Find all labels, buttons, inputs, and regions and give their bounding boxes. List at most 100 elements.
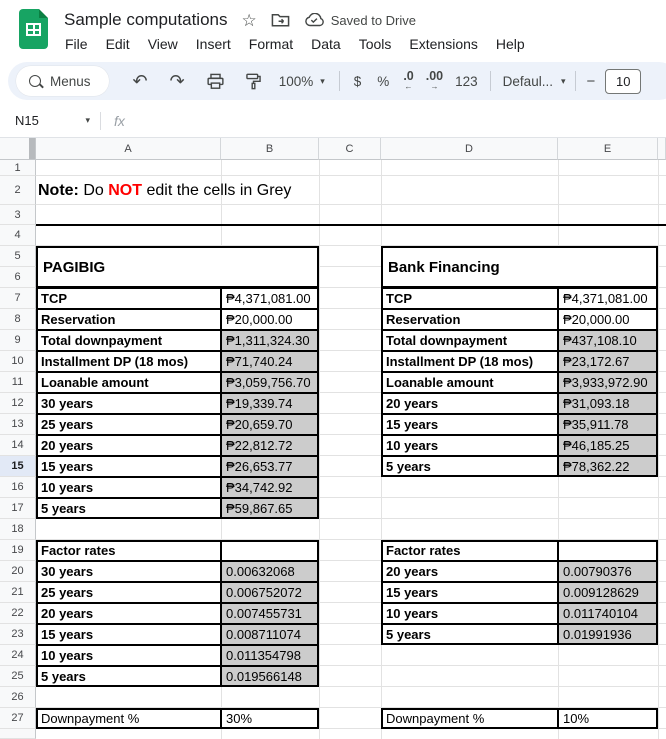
cell-D22[interactable]: 10 years xyxy=(381,603,558,624)
row-header-21[interactable]: 21 xyxy=(0,582,36,603)
menu-format[interactable]: Format xyxy=(240,33,302,55)
sheets-logo-icon[interactable] xyxy=(19,9,48,49)
row-header-1[interactable]: 1 xyxy=(0,160,36,176)
cell-A27[interactable]: Downpayment % xyxy=(36,708,221,729)
cell-D23[interactable]: 5 years xyxy=(381,624,558,645)
column-header-A[interactable]: A xyxy=(36,138,221,160)
more-formats-button[interactable]: 123 xyxy=(455,74,478,89)
cell-B20[interactable]: 0.00632068 xyxy=(221,561,319,582)
cell-B19[interactable] xyxy=(221,540,319,561)
row-header-18[interactable]: 18 xyxy=(0,519,36,540)
cell-A16[interactable]: 10 years xyxy=(36,477,221,498)
cell-B14[interactable]: ₱22,812.72 xyxy=(221,435,319,456)
column-header-D[interactable]: D xyxy=(381,138,558,160)
row-header-3[interactable]: 3 xyxy=(0,205,36,225)
cell-E15[interactable]: ₱78,362.22 xyxy=(558,456,658,477)
row-header-10[interactable]: 10 xyxy=(0,351,36,372)
row-header-14[interactable]: 14 xyxy=(0,435,36,456)
menu-view[interactable]: View xyxy=(139,33,187,55)
column-header-C[interactable]: C xyxy=(319,138,381,160)
row-header-19[interactable]: 19 xyxy=(0,540,36,561)
cell-B25[interactable]: 0.019566148 xyxy=(221,666,319,687)
row-header-17[interactable]: 17 xyxy=(0,498,36,519)
decrease-decimal-button[interactable]: .0 ← xyxy=(403,69,413,90)
cell-D9[interactable]: Total downpayment xyxy=(381,330,558,351)
increase-decimal-button[interactable]: .00 → xyxy=(426,69,443,90)
row-header-27[interactable]: 27 xyxy=(0,708,36,729)
menu-insert[interactable]: Insert xyxy=(187,33,240,55)
cell-A11[interactable]: Loanable amount xyxy=(36,372,221,393)
cell-A17[interactable]: 5 years xyxy=(36,498,221,519)
factor_rates_bank-title[interactable]: Factor rates xyxy=(381,540,558,561)
cell-E23[interactable]: 0.01991936 xyxy=(558,624,658,645)
factor_rates_pagibig-title[interactable]: Factor rates xyxy=(36,540,221,561)
row-header-4[interactable]: 4 xyxy=(0,225,36,246)
name-box[interactable]: N15 ▾ xyxy=(0,113,100,128)
menu-file[interactable]: File xyxy=(56,33,97,55)
row-header-partial[interactable] xyxy=(0,729,36,739)
row-header-13[interactable]: 13 xyxy=(0,414,36,435)
row-header-16[interactable]: 16 xyxy=(0,477,36,498)
row-header-24[interactable]: 24 xyxy=(0,645,36,666)
cell-B12[interactable]: ₱19,339.74 xyxy=(221,393,319,414)
formula-input[interactable] xyxy=(125,104,666,137)
cell-E11[interactable]: ₱3,933,972.90 xyxy=(558,372,658,393)
cell-B10[interactable]: ₱71,740.24 xyxy=(221,351,319,372)
cell-E22[interactable]: 0.011740104 xyxy=(558,603,658,624)
cell-D15[interactable]: 5 years xyxy=(381,456,558,477)
row-header-9[interactable]: 9 xyxy=(0,330,36,351)
cell-A14[interactable]: 20 years xyxy=(36,435,221,456)
undo-button[interactable]: ↶ xyxy=(133,72,148,90)
pagibig-table-title[interactable]: PAGIBIG xyxy=(36,246,319,288)
row-header-25[interactable]: 25 xyxy=(0,666,36,687)
cell-B23[interactable]: 0.008711074 xyxy=(221,624,319,645)
cell-E10[interactable]: ₱23,172.67 xyxy=(558,351,658,372)
zoom-selector[interactable]: 100% ▾ xyxy=(279,74,325,89)
cell-A22[interactable]: 20 years xyxy=(36,603,221,624)
cell-B11[interactable]: ₱3,059,756.70 xyxy=(221,372,319,393)
cell-E12[interactable]: ₱31,093.18 xyxy=(558,393,658,414)
row-header-2[interactable]: 2 xyxy=(0,176,36,205)
cell-E9[interactable]: ₱437,108.10 xyxy=(558,330,658,351)
cell-B27[interactable]: 30% xyxy=(221,708,319,729)
cell-A13[interactable]: 25 years xyxy=(36,414,221,435)
font-size-input[interactable]: 10 xyxy=(605,68,642,94)
style-selector[interactable]: Defaul... ▾ xyxy=(503,74,566,89)
cell-B8[interactable]: ₱20,000.00 xyxy=(221,309,319,330)
cell-D27[interactable]: Downpayment % xyxy=(381,708,558,729)
cell-E20[interactable]: 0.00790376 xyxy=(558,561,658,582)
menu-tools[interactable]: Tools xyxy=(350,33,401,55)
column-header-B[interactable]: B xyxy=(221,138,319,160)
cell-D20[interactable]: 20 years xyxy=(381,561,558,582)
cell-A9[interactable]: Total downpayment xyxy=(36,330,221,351)
column-header-f-sliver[interactable] xyxy=(658,138,666,160)
cell-E19[interactable] xyxy=(558,540,658,561)
cell-E8[interactable]: ₱20,000.00 xyxy=(558,309,658,330)
row-header-15[interactable]: 15 xyxy=(0,456,36,477)
cell-B21[interactable]: 0.006752072 xyxy=(221,582,319,603)
row-header-8[interactable]: 8 xyxy=(0,309,36,330)
cell-A21[interactable]: 25 years xyxy=(36,582,221,603)
cell-D8[interactable]: Reservation xyxy=(381,309,558,330)
star-icon[interactable]: ☆ xyxy=(241,12,256,29)
row-header-20[interactable]: 20 xyxy=(0,561,36,582)
move-to-folder-icon[interactable] xyxy=(271,12,290,28)
cell-D7[interactable]: TCP xyxy=(381,288,558,309)
menu-extensions[interactable]: Extensions xyxy=(400,33,486,55)
cell-B22[interactable]: 0.007455731 xyxy=(221,603,319,624)
cell-A8[interactable]: Reservation xyxy=(36,309,221,330)
row-header-22[interactable]: 22 xyxy=(0,603,36,624)
menu-data[interactable]: Data xyxy=(302,33,350,55)
cell-E21[interactable]: 0.009128629 xyxy=(558,582,658,603)
row-header-11[interactable]: 11 xyxy=(0,372,36,393)
cell-A12[interactable]: 30 years xyxy=(36,393,221,414)
menu-help[interactable]: Help xyxy=(487,33,534,55)
cell-A24[interactable]: 10 years xyxy=(36,645,221,666)
cell-E14[interactable]: ₱46,185.25 xyxy=(558,435,658,456)
cell-A10[interactable]: Installment DP (18 mos) xyxy=(36,351,221,372)
saved-status[interactable]: Saved to Drive xyxy=(304,13,416,28)
cell-B24[interactable]: 0.011354798 xyxy=(221,645,319,666)
cell-D21[interactable]: 15 years xyxy=(381,582,558,603)
cell-A15[interactable]: 15 years xyxy=(36,456,221,477)
document-title[interactable]: Sample computations xyxy=(64,10,227,30)
